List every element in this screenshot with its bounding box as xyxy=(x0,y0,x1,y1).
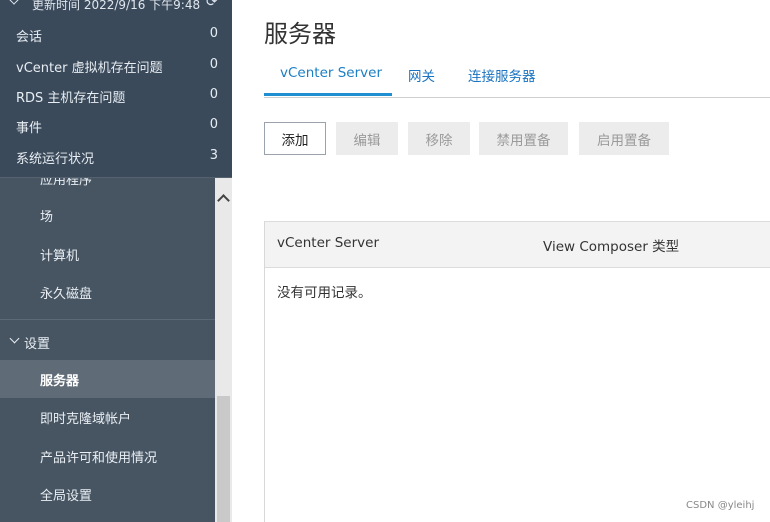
add-button[interactable]: 添加 xyxy=(264,122,326,155)
summary-count: 0 xyxy=(209,26,218,41)
sidebar-item-global-settings[interactable]: 全局设置 xyxy=(0,475,215,513)
scroll-up-icon[interactable] xyxy=(215,192,232,204)
summary-count: 0 xyxy=(209,57,218,72)
sidebar-item-instant-clone-domain-accounts[interactable]: 即时克隆域帐户 xyxy=(0,398,215,436)
edit-button[interactable]: 编辑 xyxy=(336,122,398,155)
summary-label: 会话 xyxy=(16,30,43,45)
summary-label: 系统运行状况 xyxy=(16,152,95,167)
tab-vcenter-server[interactable]: vCenter Server xyxy=(280,65,382,81)
nav-tree: 应用程序 场 计算机 永久磁盘 设置 服务器 即时克隆域帐户 产品许可和使用情况… xyxy=(0,178,215,522)
column-header-vcenter-server[interactable]: vCenter Server xyxy=(277,235,379,251)
sidebar-item-machines[interactable]: 计算机 xyxy=(0,235,215,273)
sidebar-item-label: 全局设置 xyxy=(40,489,93,504)
scrollbar-thumb[interactable] xyxy=(217,396,230,522)
sidebar-item-label: 计算机 xyxy=(40,249,80,264)
page-title: 服务器 xyxy=(264,20,336,48)
status-summary-panel: 更新时间 2022/9/16 下午9:48 ⟳ 会话 0 vCenter 虚拟机… xyxy=(0,0,232,178)
sidebar: 更新时间 2022/9/16 下午9:48 ⟳ 会话 0 vCenter 虚拟机… xyxy=(0,0,232,522)
chevron-down-icon xyxy=(9,333,20,344)
update-time-label: 更新时间 2022/9/16 下午9:48 xyxy=(32,0,201,12)
sidebar-scrollbar[interactable] xyxy=(215,178,232,522)
divider xyxy=(0,319,215,320)
summary-count: 0 xyxy=(209,87,218,102)
main-content: 服务器 vCenter Server 网关 连接服务器 添加 编辑 移除 禁用置… xyxy=(232,0,770,522)
sidebar-item-label: 服务器 xyxy=(40,374,80,389)
watermark: CSDN @yleihj xyxy=(686,500,755,511)
servers-table: vCenter Server View Composer 类型 没有可用记录。 xyxy=(264,221,770,522)
sidebar-item-servers[interactable]: 服务器 xyxy=(0,360,215,398)
disable-provisioning-button[interactable]: 禁用置备 xyxy=(479,122,568,155)
summary-label: 事件 xyxy=(16,121,43,136)
empty-state-text: 没有可用记录。 xyxy=(277,285,372,301)
sidebar-section-settings[interactable]: 设置 xyxy=(0,321,215,361)
sidebar-item-label: 产品许可和使用情况 xyxy=(40,451,158,466)
refresh-icon[interactable]: ⟳ xyxy=(206,0,218,10)
sidebar-item-label: 即时克隆域帐户 xyxy=(40,412,132,427)
sidebar-item-label: 永久磁盘 xyxy=(40,287,93,302)
summary-label: vCenter 虚拟机存在问题 xyxy=(16,61,163,76)
summary-count: 0 xyxy=(209,117,218,132)
tab-gateways[interactable]: 网关 xyxy=(408,65,435,85)
summary-row-events[interactable]: 事件 0 xyxy=(0,110,232,140)
summary-row-sessions[interactable]: 会话 0 xyxy=(0,19,232,49)
sidebar-item-applications[interactable]: 应用程序 xyxy=(0,178,215,197)
sidebar-section-label: 设置 xyxy=(24,337,51,352)
enable-provisioning-button[interactable]: 启用置备 xyxy=(579,122,669,155)
summary-header[interactable]: 更新时间 2022/9/16 下午9:48 ⟳ xyxy=(0,0,232,12)
summary-row-vcenter-vm-issues[interactable]: vCenter 虚拟机存在问题 0 xyxy=(0,50,232,80)
sidebar-item-persistent-disks[interactable]: 永久磁盘 xyxy=(0,273,215,311)
summary-label: RDS 主机存在问题 xyxy=(16,91,126,106)
summary-count: 3 xyxy=(209,148,218,163)
sidebar-item-farms[interactable]: 场 xyxy=(0,196,215,234)
summary-row-rds-host-issues[interactable]: RDS 主机存在问题 0 xyxy=(0,80,232,110)
column-header-view-composer-type[interactable]: View Composer 类型 xyxy=(543,235,679,255)
sidebar-item-product-licensing[interactable]: 产品许可和使用情况 xyxy=(0,437,215,475)
sidebar-item-label: 应用程序 xyxy=(40,178,93,188)
summary-row-system-health[interactable]: 系统运行状况 3 xyxy=(0,141,232,171)
tab-bar: vCenter Server 网关 连接服务器 xyxy=(264,60,770,98)
chevron-down-icon xyxy=(8,0,20,5)
tab-connection-servers[interactable]: 连接服务器 xyxy=(468,65,536,85)
sidebar-item-label: 场 xyxy=(40,210,54,225)
active-tab-indicator xyxy=(264,93,392,96)
remove-button[interactable]: 移除 xyxy=(408,122,470,155)
table-header: vCenter Server View Composer 类型 xyxy=(265,221,770,268)
